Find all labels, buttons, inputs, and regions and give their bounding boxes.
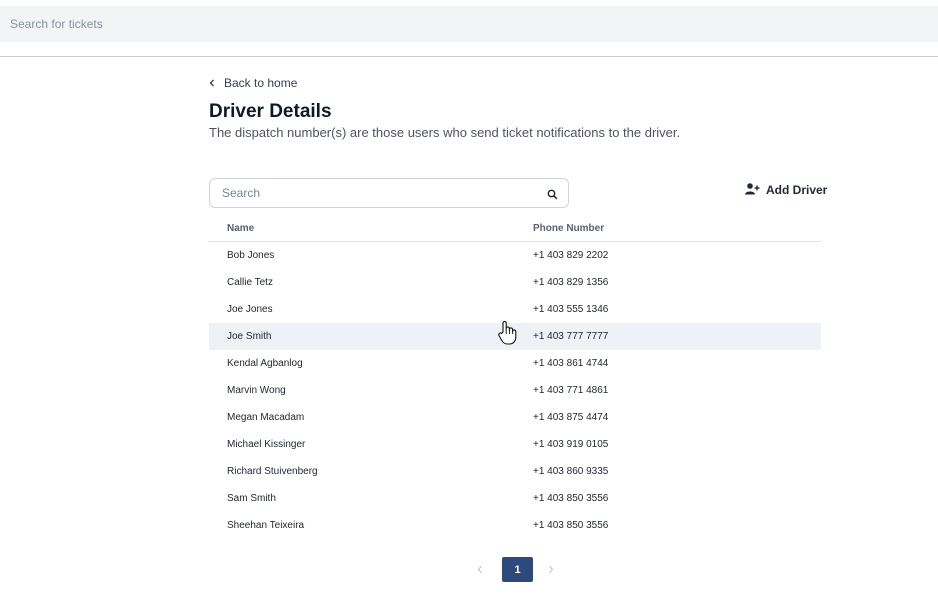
- table-row[interactable]: Sam Smith +1 403 850 3556: [209, 485, 821, 512]
- driver-search-input[interactable]: [210, 179, 540, 207]
- driver-name: Michael Kissinger: [227, 439, 306, 450]
- column-header-phone: Phone Number: [533, 223, 605, 234]
- ticket-search-input[interactable]: [0, 6, 938, 42]
- driver-name: Joe Smith: [227, 331, 272, 342]
- drivers-table: Name Phone Number Bob Jones +1 403 829 2…: [209, 220, 821, 539]
- add-driver-label: Add Driver: [766, 183, 828, 197]
- driver-phone: +1 403 850 3556: [533, 520, 609, 531]
- chevron-right-icon[interactable]: [541, 557, 561, 582]
- table-row[interactable]: Callie Tetz +1 403 829 1356: [209, 269, 821, 296]
- table-row[interactable]: Marvin Wong +1 403 771 4861: [209, 377, 821, 404]
- driver-phone: +1 403 829 2202: [533, 250, 609, 261]
- table-row[interactable]: Megan Macadam +1 403 875 4474: [209, 404, 821, 431]
- hand-pointer-cursor-icon: [497, 320, 517, 351]
- table-row[interactable]: Kendal Agbanlog +1 403 861 4744: [209, 350, 821, 377]
- chevron-left-icon: [209, 79, 215, 87]
- ticket-search-bar: [0, 6, 938, 42]
- driver-search-box: [209, 178, 569, 208]
- chevron-left-icon[interactable]: [470, 557, 490, 582]
- back-to-home-link[interactable]: Back to home: [209, 76, 297, 90]
- table-header: Name Phone Number: [209, 220, 821, 242]
- user-plus-icon: [745, 182, 760, 198]
- driver-name: Sam Smith: [227, 493, 276, 504]
- driver-phone: +1 403 875 4474: [533, 412, 609, 423]
- pagination: 1: [470, 557, 561, 582]
- table-row[interactable]: Michael Kissinger +1 403 919 0105: [209, 431, 821, 458]
- table-row[interactable]: Bob Jones +1 403 829 2202: [209, 242, 821, 269]
- driver-phone: +1 403 919 0105: [533, 439, 609, 450]
- driver-phone: +1 403 829 1356: [533, 277, 609, 288]
- add-driver-button[interactable]: Add Driver: [745, 182, 827, 198]
- driver-phone: +1 403 777 7777: [533, 331, 609, 342]
- driver-name: Callie Tetz: [227, 277, 273, 288]
- driver-name: Kendal Agbanlog: [227, 358, 303, 369]
- table-row[interactable]: Sheehan Teixeira +1 403 850 3556: [209, 512, 821, 539]
- page-subtitle: The dispatch number(s) are those users w…: [209, 125, 681, 140]
- search-icon[interactable]: [547, 187, 558, 205]
- driver-phone: +1 403 771 4861: [533, 385, 609, 396]
- driver-name: Marvin Wong: [227, 385, 286, 396]
- table-row[interactable]: Richard Stuivenberg +1 403 860 9335: [209, 458, 821, 485]
- driver-name: Joe Jones: [227, 304, 273, 315]
- driver-name: Bob Jones: [227, 250, 275, 261]
- page-button-current[interactable]: 1: [502, 557, 533, 582]
- driver-phone: +1 403 860 9335: [533, 466, 609, 477]
- back-to-home-label: Back to home: [224, 76, 298, 90]
- driver-phone: +1 403 555 1346: [533, 304, 609, 315]
- driver-name: Sheehan Teixeira: [227, 520, 305, 531]
- page-title: Driver Details: [209, 101, 332, 122]
- driver-phone: +1 403 850 3556: [533, 493, 609, 504]
- driver-name: Megan Macadam: [227, 412, 305, 423]
- driver-phone: +1 403 861 4744: [533, 358, 609, 369]
- column-header-name: Name: [227, 223, 255, 234]
- header-divider: [0, 56, 938, 57]
- table-row[interactable]: Joe Jones +1 403 555 1346: [209, 296, 821, 323]
- driver-name: Richard Stuivenberg: [227, 466, 318, 477]
